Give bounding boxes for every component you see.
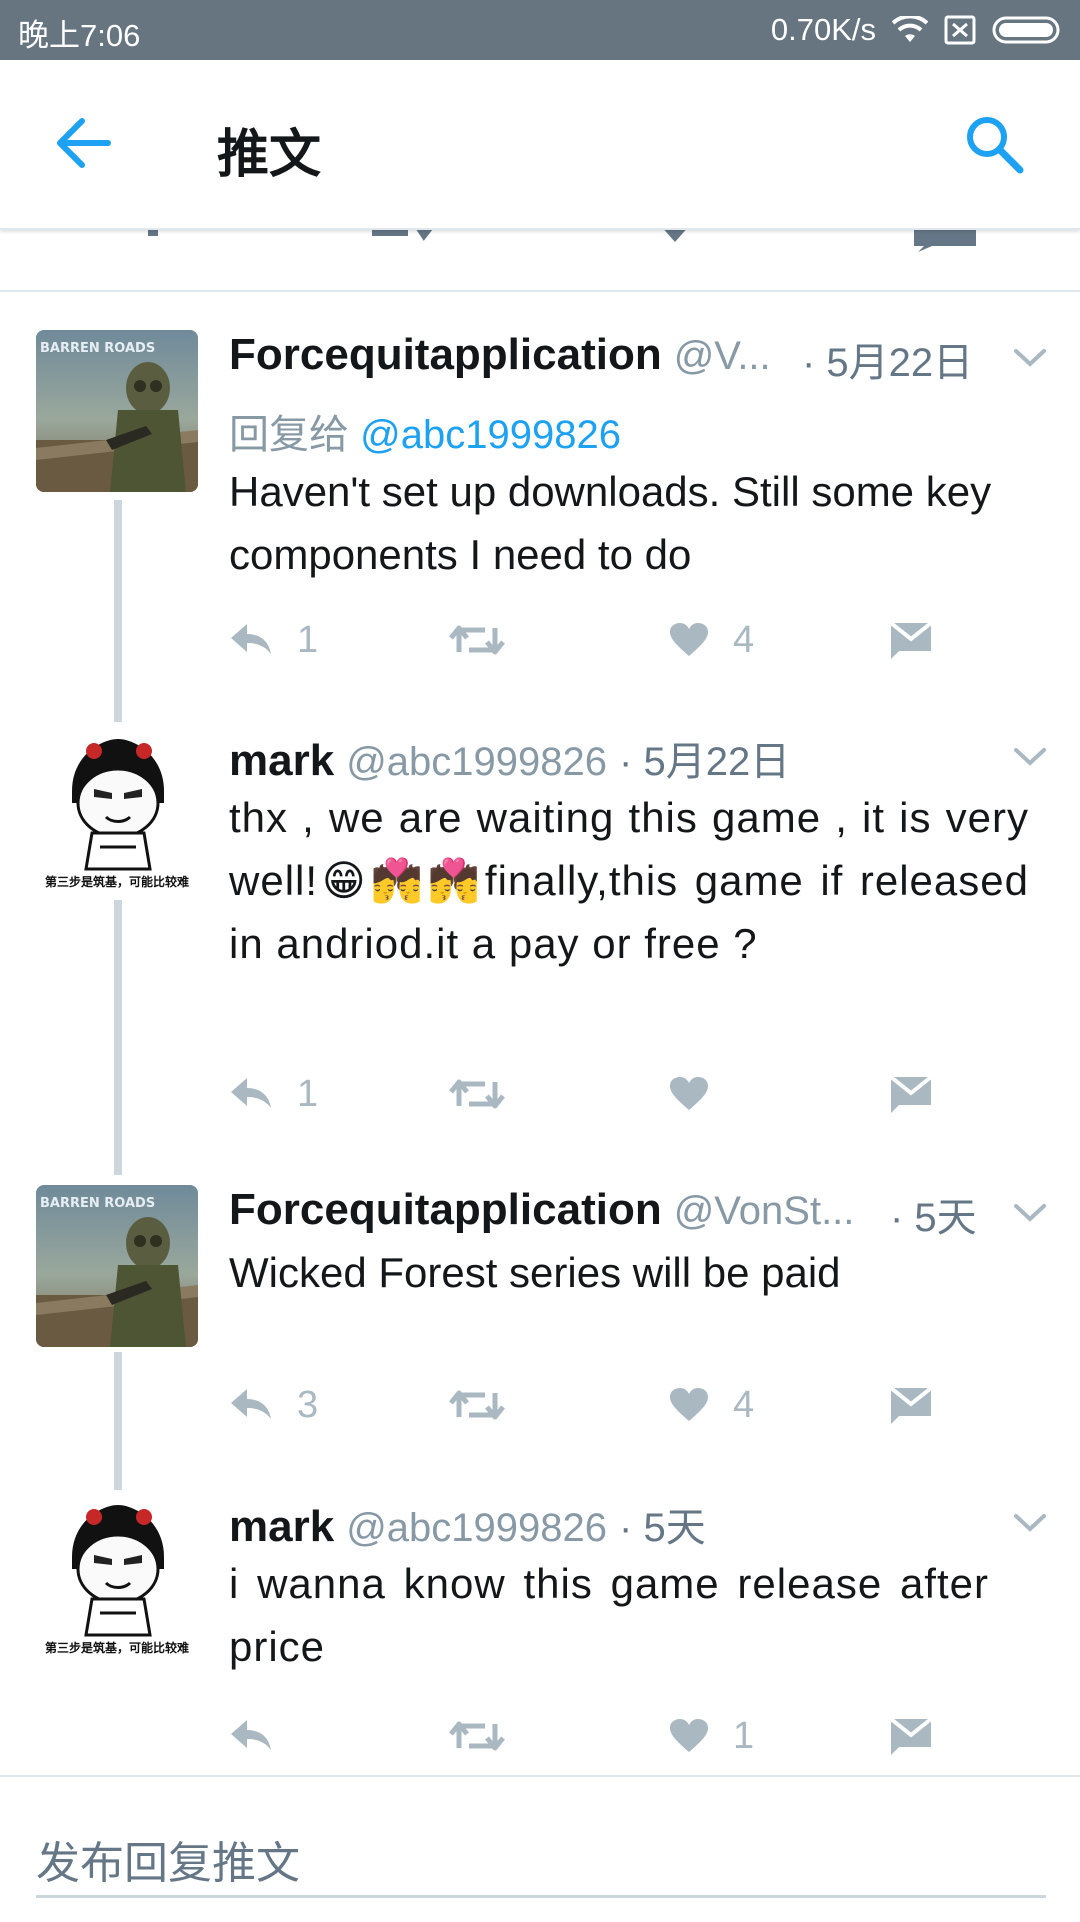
network-speed: 0.70K/s <box>770 12 876 47</box>
meme-avatar-image: 第三步是筑基，可能比较难 <box>36 729 198 891</box>
retweet-icon <box>449 625 505 655</box>
like-button[interactable]: 4 <box>669 615 754 665</box>
reply-count: 1 <box>297 1072 319 1115</box>
direct-message-button[interactable] <box>889 615 933 665</box>
direct-message-button[interactable] <box>889 1380 933 1430</box>
direct-message-button[interactable] <box>889 1069 933 1119</box>
envelope-icon <box>889 1386 933 1424</box>
tweet[interactable]: 第三步是筑基，可能比较难 mark @abc1999826 · 5月22日 th… <box>0 729 1080 1119</box>
tweet-text: i wanna know this game release after pri… <box>229 1560 989 1670</box>
retweet-button[interactable] <box>449 615 505 665</box>
tweet-actions: 1 <box>229 1711 1049 1761</box>
retweet-button[interactable] <box>449 1069 505 1119</box>
chevron-down-icon[interactable] <box>1012 745 1048 769</box>
battery-icon <box>992 16 1060 44</box>
reply-count: 3 <box>297 1383 319 1426</box>
page-title: 推文 <box>217 125 322 185</box>
envelope-icon <box>889 1075 933 1113</box>
retweet-button[interactable] <box>449 1380 505 1430</box>
reply-to-line: 回复给 @abc1999826 <box>229 402 621 460</box>
reply-button[interactable]: 1 <box>229 615 318 665</box>
like-button[interactable] <box>669 1069 733 1119</box>
meme-avatar-image: 第三步是筑基，可能比较难 <box>36 1495 198 1657</box>
tweet-actions: 3 4 <box>229 1380 1049 1430</box>
svg-text:第三步是筑基，可能比较难: 第三步是筑基，可能比较难 <box>45 874 189 889</box>
tweet-date[interactable]: · 5天 <box>890 1185 977 1243</box>
tweet-date[interactable]: · 5天 <box>619 1495 706 1553</box>
barren-roads-avatar-image: BARREN ROADS <box>36 1185 198 1347</box>
retweet-icon <box>449 1390 505 1420</box>
reply-icon <box>231 1078 271 1108</box>
display-name[interactable]: Forcequitapplication <box>229 1185 662 1235</box>
envelope-icon <box>889 1717 933 1755</box>
tweet-actions: 1 <box>229 1069 1049 1119</box>
heart-icon <box>670 1719 708 1752</box>
tweet-date[interactable]: · 5月22日 <box>802 330 973 388</box>
reply-input[interactable]: 发布回复推文 <box>36 1827 1046 1898</box>
retweet-icon <box>449 1079 505 1109</box>
reply-icon <box>231 1720 271 1750</box>
reply-mention-link[interactable]: @abc1999826 <box>360 413 621 457</box>
like-count: 4 <box>733 618 755 661</box>
tweet[interactable]: BARREN ROADS Forcequitapplication @V... … <box>0 330 1080 675</box>
like-count: 4 <box>733 1383 755 1426</box>
tweet-header: Forcequitapplication @VonSt... <box>229 1185 879 1241</box>
reply-button[interactable]: 3 <box>229 1380 318 1430</box>
back-arrow-icon[interactable] <box>52 115 114 171</box>
retweet-icon <box>449 1721 505 1751</box>
tweet-text: Haven't set up downloads. Still some key… <box>229 468 992 578</box>
tweet[interactable]: 第三步是筑基，可能比较难 mark @abc1999826 · 5天 i wan… <box>0 1495 1080 1765</box>
tweet-header: mark @abc1999826 · 5天 <box>229 1495 929 1551</box>
search-icon[interactable] <box>962 112 1026 176</box>
reply-composer: 发布回复推文 <box>0 1775 1080 1922</box>
no-sim-icon <box>944 15 976 45</box>
display-name[interactable]: mark <box>229 1502 334 1552</box>
heart-icon <box>670 623 708 656</box>
barren-roads-avatar-image: BARREN ROADS <box>36 330 198 492</box>
reply-to-label: 回复给 <box>229 413 349 457</box>
app-header: 推文 <box>0 60 1080 230</box>
user-handle[interactable]: @abc1999826 <box>346 740 607 785</box>
status-time: 晚上7:06 <box>18 18 141 53</box>
status-bar: 晚上7:06 0.70K/s <box>0 0 1080 60</box>
reply-button[interactable]: 1 <box>229 1069 318 1119</box>
avatar[interactable]: 第三步是筑基，可能比较难 <box>36 729 198 891</box>
chevron-down-icon[interactable] <box>1012 346 1048 370</box>
svg-text:BARREN ROADS: BARREN ROADS <box>40 1196 155 1211</box>
tweet-header: mark @abc1999826 · 5月22日 <box>229 729 929 785</box>
retweet-button[interactable] <box>449 1711 505 1761</box>
avatar[interactable]: BARREN ROADS <box>36 1185 198 1347</box>
user-handle[interactable]: @VonSt... <box>674 1189 855 1234</box>
avatar[interactable]: BARREN ROADS <box>36 330 198 492</box>
tweet-actions: 1 4 <box>229 615 1049 665</box>
tweet-text: Wicked Forest series will be paid <box>229 1249 841 1296</box>
svg-text:BARREN ROADS: BARREN ROADS <box>40 341 155 356</box>
tweet[interactable]: BARREN ROADS Forcequitapplication @VonSt… <box>0 1185 1080 1426</box>
reply-button[interactable] <box>229 1711 297 1761</box>
envelope-icon <box>889 621 933 659</box>
reply-icon <box>231 624 271 654</box>
tweet-date[interactable]: · 5月22日 <box>619 729 790 787</box>
like-count: 1 <box>733 1714 755 1757</box>
like-button[interactable]: 1 <box>669 1711 754 1761</box>
like-button[interactable]: 4 <box>669 1380 754 1430</box>
chevron-down-icon[interactable] <box>1012 1511 1048 1535</box>
wifi-icon <box>892 16 928 42</box>
heart-icon <box>670 1388 708 1421</box>
tweet-header: Forcequitapplication @V... <box>229 330 789 386</box>
display-name[interactable]: mark <box>229 736 334 786</box>
user-handle[interactable]: @abc1999826 <box>346 1506 607 1551</box>
direct-message-button[interactable] <box>889 1711 933 1761</box>
reply-icon <box>231 1389 271 1419</box>
reply-count: 1 <box>297 618 319 661</box>
svg-text:第三步是筑基，可能比较难: 第三步是筑基，可能比较难 <box>45 1640 189 1655</box>
chevron-down-icon[interactable] <box>1012 1201 1048 1225</box>
user-handle[interactable]: @V... <box>674 334 771 379</box>
display-name[interactable]: Forcequitapplication <box>229 330 662 380</box>
tweet-text: thx , we are waiting this game , it is v… <box>229 794 1029 967</box>
avatar[interactable]: 第三步是筑基，可能比较难 <box>36 1495 198 1657</box>
heart-icon <box>670 1077 708 1110</box>
status-right: 0.70K/s <box>771 8 1064 52</box>
